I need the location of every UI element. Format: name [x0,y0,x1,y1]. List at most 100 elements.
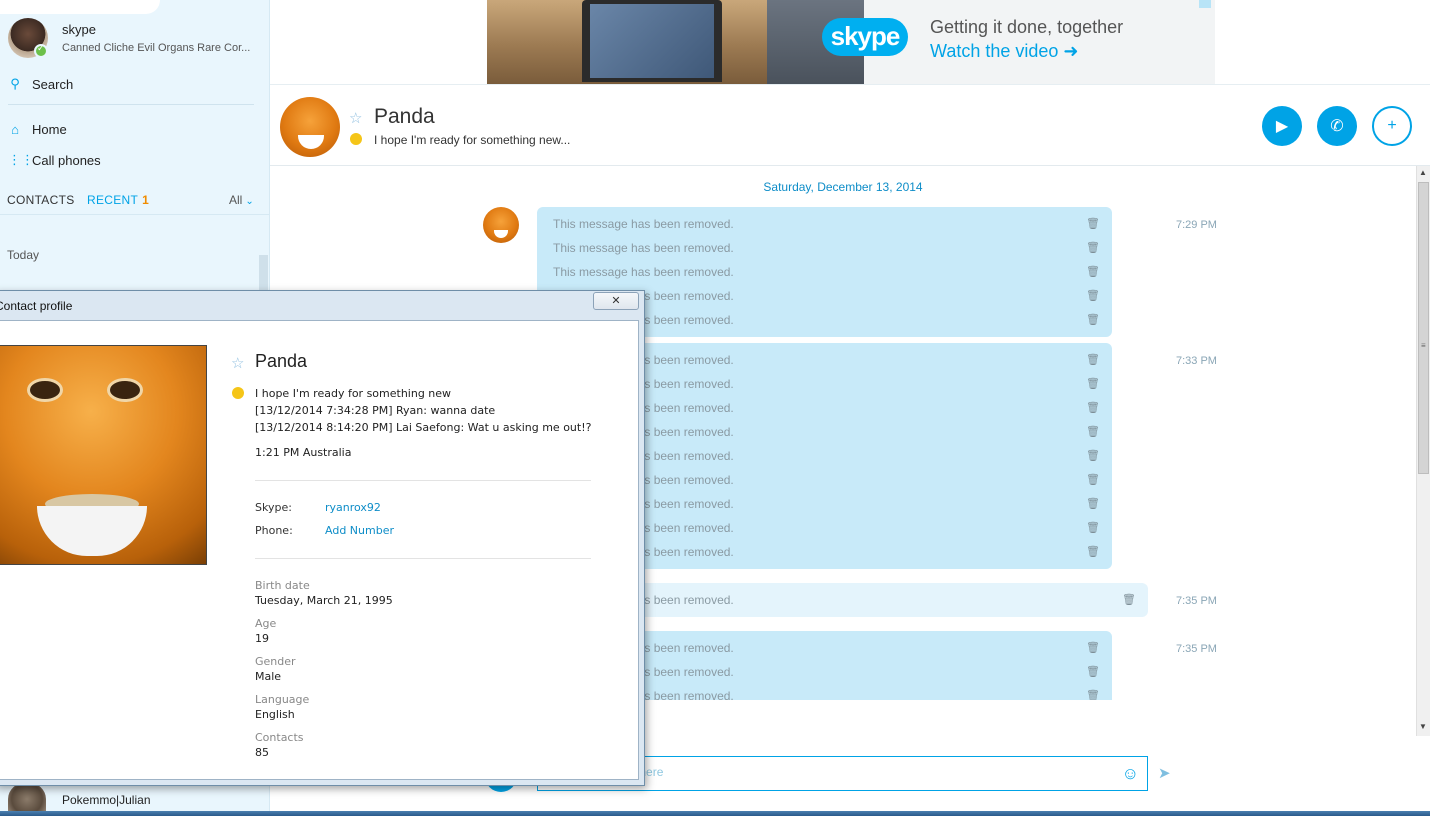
trash-icon[interactable]: 🗑 [1086,420,1100,444]
trash-icon[interactable]: 🗑 [1086,236,1100,260]
call-phones-label: Call phones [32,152,101,168]
conversation-scrollbar[interactable]: ▲ ≡ ▼ [1416,166,1430,736]
divider [255,480,591,481]
trash-icon[interactable]: 🗑 [1086,308,1100,332]
close-icon: ✕ [611,295,621,307]
message-timestamp: 7:35 PM [1176,643,1217,655]
user-name[interactable]: skype [62,22,96,37]
recent-count-badge: 1 [142,193,150,207]
message-item[interactable]: This message has been removed. 🗑 [537,212,1112,236]
favorite-star-icon[interactable]: ☆ [231,354,244,372]
windows-taskbar [0,811,1430,816]
trash-icon[interactable]: 🗑 [1086,212,1100,236]
peer-name[interactable]: Panda [374,105,435,129]
trash-icon[interactable]: 🗑 [1086,684,1100,700]
profile-mood: I hope I'm ready for something new [255,387,452,400]
trash-icon[interactable]: 🗑 [1086,284,1100,308]
profile-local-time: 1:21 PM Australia [255,446,352,459]
peer-mood-message: I hope I'm ready for something new... [374,133,571,147]
phone-label: Phone: [255,524,293,537]
ad-banner[interactable]: skype Getting it done, together Watch th… [487,0,1215,84]
trash-icon[interactable]: 🗑 [1086,348,1100,372]
ad-watch-video-link[interactable]: Watch the video ➜ [930,41,1078,62]
user-mood-message[interactable]: Canned Cliche Evil Organs Rare Cor... [62,42,262,54]
message-timestamp: 7:35 PM [1176,595,1217,607]
add-people-button[interactable]: + [1372,106,1412,146]
tab-recent[interactable]: RECENT 1 [87,193,149,207]
language-value: English [255,708,295,721]
skype-name-value[interactable]: ryanrox92 [325,501,381,514]
trash-icon[interactable]: 🗑 [1086,492,1100,516]
trash-icon[interactable]: 🗑 [1086,372,1100,396]
phone-icon: ✆ [1330,118,1344,135]
tab-contacts[interactable]: CONTACTS [7,193,75,207]
home-button[interactable]: ⌂ Home [8,122,67,137]
message-text: This message has been removed. [553,265,734,279]
message-item[interactable]: This message has been removed. 🗑 [537,260,1112,284]
contact-profile-window: Contact profile ✕ ☆ Panda I hope I'm rea… [0,290,645,786]
contacts-count-value: 85 [255,746,269,759]
video-camera-icon: ▶ [1275,118,1289,135]
trash-icon[interactable]: 🗑 [1086,468,1100,492]
birth-date-value: Tuesday, March 21, 1995 [255,594,393,607]
scroll-down-arrow-icon[interactable]: ▼ [1419,722,1427,731]
message-item[interactable]: This message has been removed. 🗑 [537,236,1112,260]
video-call-button[interactable]: ▶ [1262,106,1302,146]
window-title: Contact profile [0,299,73,313]
grip-icon: ≡ [1421,341,1426,350]
age-label: Age [255,617,277,630]
gender-label: Gender [255,655,296,668]
call-phones-button[interactable]: ⋮⋮ Call phones [8,152,101,168]
emoticon-icon[interactable]: ☺ [1122,764,1139,784]
trash-icon[interactable]: 🗑 [1086,660,1100,684]
dialpad-icon: ⋮⋮ [8,152,34,167]
skype-logo: skype [822,18,908,56]
profile-name: Panda [255,351,308,371]
chevron-down-icon: ⌄ [245,196,254,207]
scroll-up-arrow-icon[interactable]: ▲ [1419,168,1427,177]
filter-label: All [229,193,243,207]
home-label: Home [32,122,67,137]
message-text: This message has been removed. [553,217,734,231]
profile-history-line: [13/12/2014 7:34:28 PM] Ryan: wanna date [255,404,496,417]
send-icon[interactable]: ➤ [1158,764,1171,782]
divider [8,104,254,105]
profile-photo [0,345,207,565]
contact-list-item-name[interactable]: Pokemmo|Julian [62,793,151,807]
date-separator: Saturday, December 13, 2014 [763,180,923,194]
trash-icon[interactable]: 🗑 [1086,396,1100,420]
section-header-today: Today [7,248,40,262]
language-label: Language [255,693,310,706]
close-button[interactable]: ✕ [593,292,639,310]
trash-icon[interactable]: 🗑 [1086,260,1100,284]
away-status-icon [232,387,244,399]
add-number-link[interactable]: Add Number [325,524,394,537]
favorite-star-icon[interactable]: ☆ [349,109,362,127]
divider [0,214,270,215]
tab-recent-label: RECENT [87,193,139,207]
contact-filter-dropdown[interactable]: All ⌄ [229,193,254,207]
message-timestamp: 7:33 PM [1176,355,1217,367]
scrollbar-thumb[interactable]: ≡ [1418,182,1429,474]
online-status-icon [34,43,48,58]
search-button[interactable]: ⚲ Search [8,76,73,92]
peer-avatar[interactable] [280,97,340,157]
ad-photo [487,0,864,84]
trash-icon[interactable]: 🗑 [1086,540,1100,564]
trash-icon[interactable]: 🗑 [1086,636,1100,660]
voice-call-button[interactable]: ✆ [1317,106,1357,146]
ad-choices-icon[interactable] [1199,0,1211,8]
contacts-count-label: Contacts [255,731,304,744]
gender-value: Male [255,670,282,683]
age-value: 19 [255,632,269,645]
trash-icon[interactable]: 🗑 [1086,444,1100,468]
chat-header: ☆ Panda I hope I'm ready for something n… [270,84,1430,166]
message-sender-avatar[interactable] [483,207,519,243]
search-icon: ⚲ [10,76,20,91]
trash-icon[interactable]: 🗑 [1122,588,1136,612]
search-label: Search [32,76,74,92]
profile-content: ☆ Panda I hope I'm ready for something n… [0,320,639,780]
message-timestamp: 7:29 PM [1176,219,1217,231]
trash-icon[interactable]: 🗑 [1086,516,1100,540]
birth-date-label: Birth date [255,579,310,592]
